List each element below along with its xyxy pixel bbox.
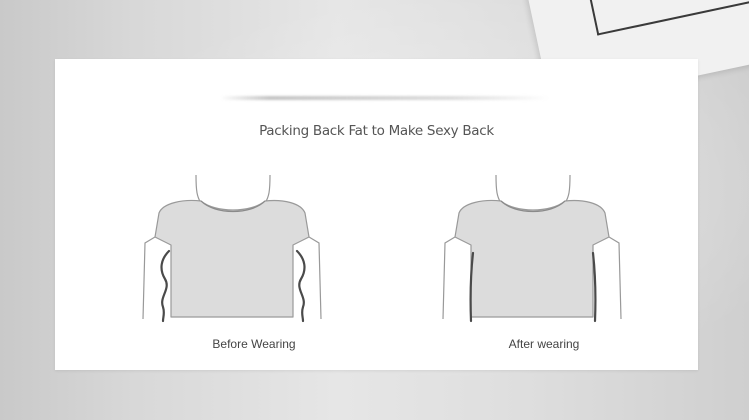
product-banner-panel: Packing Back Fat to Make Sexy Back Befor… bbox=[55, 59, 698, 370]
after-torso-illustration bbox=[433, 171, 633, 323]
torso-bulging-outline-icon bbox=[142, 174, 322, 323]
after-wearing-caption: After wearing bbox=[508, 337, 580, 351]
decorative-streak bbox=[220, 96, 550, 100]
torso-smooth-outline-icon bbox=[442, 174, 622, 323]
before-wearing-caption: Before Wearing bbox=[212, 337, 296, 351]
paper-card-frame bbox=[582, 0, 749, 36]
banner-title: Packing Back Fat to Make Sexy Back bbox=[259, 123, 494, 139]
before-torso-illustration bbox=[133, 171, 333, 323]
